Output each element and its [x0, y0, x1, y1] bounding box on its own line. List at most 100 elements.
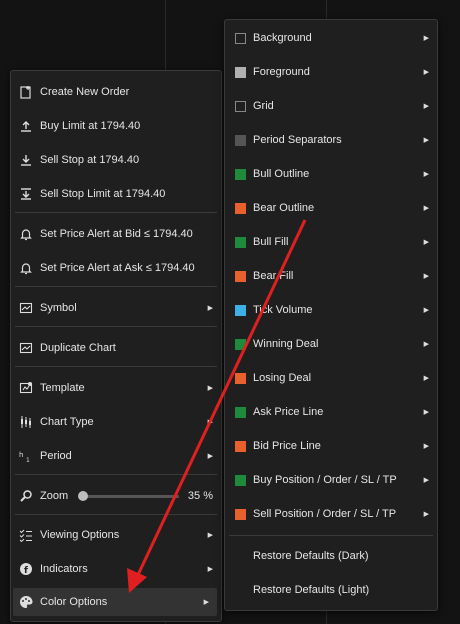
- submenu-arrow-icon: ▶: [207, 305, 213, 312]
- color-option-label: Losing Deal: [253, 372, 312, 384]
- color-option-item[interactable]: Sell Position / Order / SL / TP ▶: [225, 500, 437, 528]
- color-option-item[interactable]: Ask Price Line ▶: [225, 398, 437, 426]
- indicators-label: Indicators: [40, 563, 88, 575]
- menu-divider: [15, 366, 217, 367]
- svg-text:f: f: [24, 566, 28, 576]
- color-option-label: Foreground: [253, 66, 310, 78]
- submenu-arrow-icon: ▶: [423, 171, 429, 178]
- menu-divider: [15, 474, 217, 475]
- color-swatch: [235, 372, 246, 384]
- line-chart-icon: [19, 301, 33, 315]
- alert-ask-item[interactable]: Set Price Alert at Ask ≤ 1794.40: [11, 254, 221, 282]
- color-option-item[interactable]: Losing Deal ▶: [225, 364, 437, 392]
- viewing-options-item[interactable]: Viewing Options ▶: [11, 521, 221, 549]
- submenu-arrow-icon: ▶: [423, 273, 429, 280]
- color-swatch: [235, 440, 246, 452]
- download-bar-icon: [19, 187, 33, 201]
- color-option-label: Bear Outline: [253, 202, 315, 214]
- color-option-item[interactable]: Bull Fill ▶: [225, 228, 437, 256]
- color-swatch: [235, 236, 246, 248]
- template-icon: [19, 381, 33, 395]
- sell-stop-item[interactable]: Sell Stop at 1794.40: [11, 146, 221, 174]
- new-order-icon: [19, 85, 33, 99]
- color-option-label: Background: [253, 32, 312, 44]
- duplicate-chart-label: Duplicate Chart: [40, 342, 116, 354]
- restore-defaults-light-label: Restore Defaults (Light): [253, 584, 370, 596]
- submenu-arrow-icon: ▶: [423, 103, 429, 110]
- create-new-order-item[interactable]: Create New Order: [11, 78, 221, 106]
- duplicate-chart-item[interactable]: Duplicate Chart: [11, 334, 221, 362]
- bell-icon: [19, 227, 33, 241]
- color-swatch: [235, 168, 246, 180]
- color-swatch: [235, 100, 246, 112]
- submenu-arrow-icon: ▶: [423, 69, 429, 76]
- submenu-arrow-icon: ▶: [207, 566, 213, 573]
- submenu-arrow-icon: ▶: [423, 341, 429, 348]
- color-option-item[interactable]: Background ▶: [225, 24, 437, 52]
- color-option-item[interactable]: Grid ▶: [225, 92, 437, 120]
- submenu-arrow-icon: ▶: [423, 375, 429, 382]
- menu-divider: [15, 326, 217, 327]
- template-label: Template: [40, 382, 85, 394]
- zoom-value: 35 %: [187, 490, 213, 502]
- restore-defaults-dark-item[interactable]: Restore Defaults (Dark): [225, 542, 437, 570]
- checklist-icon: [19, 528, 33, 542]
- candlestick-icon: [19, 415, 33, 429]
- zoom-slider-handle[interactable]: [78, 491, 88, 501]
- color-option-item[interactable]: Buy Position / Order / SL / TP ▶: [225, 466, 437, 494]
- color-option-label: Grid: [253, 100, 274, 112]
- color-option-label: Sell Position / Order / SL / TP: [253, 508, 397, 520]
- zoom-item: Zoom 35 %: [11, 482, 221, 510]
- submenu-arrow-icon: ▶: [207, 453, 213, 460]
- submenu-arrow-icon: ▶: [423, 35, 429, 42]
- color-swatch: [235, 66, 246, 78]
- chart-type-item[interactable]: Chart Type ▶: [11, 408, 221, 436]
- menu-divider: [229, 535, 433, 536]
- symbol-label: Symbol: [40, 302, 77, 314]
- zoom-magnifier-icon: [19, 489, 33, 503]
- color-option-item[interactable]: Bear Fill ▶: [225, 262, 437, 290]
- color-option-item[interactable]: Bull Outline ▶: [225, 160, 437, 188]
- submenu-arrow-icon: ▶: [207, 385, 213, 392]
- color-swatch: [235, 508, 246, 520]
- template-item[interactable]: Template ▶: [11, 374, 221, 402]
- alert-bid-label: Set Price Alert at Bid ≤ 1794.40: [40, 228, 193, 240]
- viewing-options-label: Viewing Options: [40, 529, 120, 541]
- restore-defaults-dark-label: Restore Defaults (Dark): [253, 550, 369, 562]
- sell-stop-limit-item[interactable]: Sell Stop Limit at 1794.40: [11, 180, 221, 208]
- alert-bid-item[interactable]: Set Price Alert at Bid ≤ 1794.40: [11, 220, 221, 248]
- buy-limit-item[interactable]: Buy Limit at 1794.40: [11, 112, 221, 140]
- color-swatch: [235, 406, 246, 418]
- color-option-item[interactable]: Bear Outline ▶: [225, 194, 437, 222]
- color-option-item[interactable]: Winning Deal ▶: [225, 330, 437, 358]
- color-option-item[interactable]: Foreground ▶: [225, 58, 437, 86]
- period-item[interactable]: h1 Period ▶: [11, 442, 221, 470]
- sell-stop-label: Sell Stop at 1794.40: [40, 154, 140, 166]
- color-option-label: Buy Position / Order / SL / TP: [253, 474, 397, 486]
- submenu-arrow-icon: ▶: [423, 511, 429, 518]
- submenu-arrow-icon: ▶: [207, 419, 213, 426]
- symbol-item[interactable]: Symbol ▶: [11, 294, 221, 322]
- color-options-submenu: Background ▶ Foreground ▶ Grid ▶ Period Separa…: [224, 19, 438, 611]
- color-swatch: [235, 474, 246, 486]
- color-option-item[interactable]: Period Separators ▶: [225, 126, 437, 154]
- color-option-label: Ask Price Line: [253, 406, 324, 418]
- download-arrow-icon: [19, 153, 33, 167]
- color-swatch: [235, 304, 246, 316]
- submenu-arrow-icon: ▶: [423, 409, 429, 416]
- color-swatch: [235, 32, 246, 44]
- zoom-slider-track[interactable]: [83, 495, 179, 498]
- color-option-item[interactable]: Tick Volume ▶: [225, 296, 437, 324]
- alert-ask-label: Set Price Alert at Ask ≤ 1794.40: [40, 262, 195, 274]
- submenu-arrow-icon: ▶: [423, 137, 429, 144]
- svg-text:1: 1: [26, 457, 30, 463]
- color-option-label: Period Separators: [253, 134, 342, 146]
- submenu-arrow-icon: ▶: [423, 205, 429, 212]
- bell-icon: [19, 261, 33, 275]
- restore-defaults-light-item[interactable]: Restore Defaults (Light): [225, 576, 437, 604]
- color-option-item[interactable]: Bid Price Line ▶: [225, 432, 437, 460]
- svg-text:h: h: [19, 451, 23, 459]
- indicators-item[interactable]: f Indicators ▶: [11, 555, 221, 583]
- submenu-arrow-icon: ▶: [423, 477, 429, 484]
- color-options-item[interactable]: Color Options ▶: [13, 588, 217, 616]
